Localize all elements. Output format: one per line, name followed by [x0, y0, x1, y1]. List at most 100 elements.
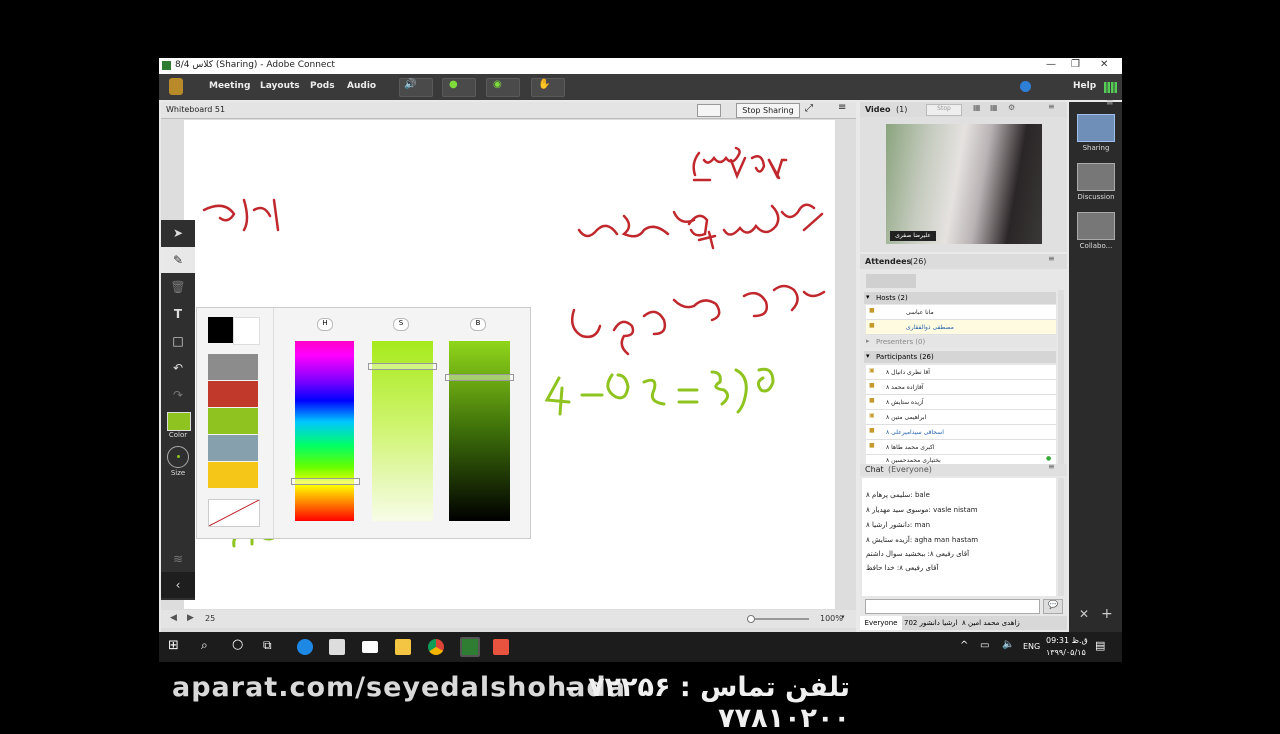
fit-icon[interactable]: ⤢	[805, 103, 813, 114]
brightness-handle[interactable]	[445, 374, 514, 381]
pod-menu-icon[interactable]: ≡	[1048, 462, 1055, 471]
menu-pods[interactable]: Pods	[310, 81, 335, 91]
filmstrip-icon[interactable]: ▦	[990, 103, 998, 112]
page-number[interactable]: 25	[205, 614, 215, 623]
tray-chevron-icon[interactable]: ^	[960, 640, 968, 651]
redo-tool[interactable]: ↷	[161, 382, 195, 408]
participants-group[interactable]: ▾ Participants (26)	[864, 351, 1056, 363]
stop-sharing-button[interactable]: Stop Sharing	[736, 103, 800, 118]
participant-row[interactable]: ■ آقازاده محمد ۸	[866, 380, 1056, 395]
layout-thumbnail-icon	[1077, 163, 1115, 191]
pod-menu-icon[interactable]: ≡	[1048, 102, 1055, 111]
edge-icon[interactable]	[297, 639, 313, 655]
webcam-feed[interactable]	[886, 124, 1042, 244]
layout-collaboration[interactable]: Collabo...	[1077, 212, 1115, 250]
tab-everyone[interactable]: Everyone	[860, 616, 902, 630]
search-icon[interactable]: ⌕	[201, 638, 208, 653]
chat-scrollbar[interactable]	[1058, 478, 1064, 596]
saturation-handle[interactable]	[368, 363, 437, 370]
adobe-connect-taskbar-icon[interactable]	[460, 637, 480, 657]
settings-icon[interactable]: ⚙	[1008, 103, 1015, 112]
participant-row[interactable]: ■ اکبری محمد طاها ۸	[866, 440, 1056, 455]
zoom-dropdown-icon[interactable]: ▾	[841, 613, 845, 621]
start-icon[interactable]: ⊞	[168, 638, 179, 653]
status-button[interactable]: ✋	[531, 78, 565, 97]
fullscreen-button[interactable]	[697, 104, 721, 117]
task-view-icon[interactable]: ⧉	[263, 638, 272, 653]
menu-layouts[interactable]: Layouts	[260, 81, 300, 91]
shape-tool[interactable]: □	[161, 328, 195, 354]
swatch-blue-gray[interactable]	[208, 435, 258, 461]
language-indicator[interactable]: ENG	[1023, 642, 1040, 651]
swatch-none[interactable]	[208, 499, 260, 527]
speaker-button[interactable]: 🔊	[399, 78, 433, 97]
hue-slider[interactable]	[295, 341, 354, 521]
store-icon[interactable]	[329, 639, 345, 655]
swatch-white[interactable]	[233, 317, 260, 345]
participant-row[interactable]: ■ آزیده ستایش ۸	[866, 395, 1056, 410]
color-swatch-button[interactable]	[167, 412, 191, 431]
host-row[interactable]: ■ مصطفی ذوالفقاری	[866, 320, 1056, 335]
chat-input[interactable]	[865, 599, 1040, 614]
clock-time[interactable]: 09:31 ق.ظ	[1046, 636, 1088, 645]
menu-audio[interactable]: Audio	[347, 81, 376, 91]
layout-discussion[interactable]: Discussion	[1077, 163, 1115, 201]
mail-icon[interactable]	[362, 641, 378, 653]
participant-row[interactable]: ■ اسحاقی سیدامیرعلی ۸	[866, 425, 1056, 440]
swatch-green[interactable]	[208, 408, 258, 434]
chrome-icon[interactable]	[428, 639, 444, 655]
info-icon[interactable]	[1020, 81, 1031, 92]
layout-sharing[interactable]: Sharing	[1077, 114, 1115, 152]
next-page-button[interactable]: ▶	[187, 613, 194, 623]
close-button[interactable]: ✕	[1100, 59, 1108, 70]
minimize-button[interactable]: —	[1046, 59, 1056, 70]
host-row[interactable]: ■ مانا عباسی	[866, 305, 1056, 320]
select-tool[interactable]: ➤	[161, 220, 195, 246]
pod-menu-icon[interactable]: ≡	[838, 102, 846, 113]
tab-private-1[interactable]: 702 ارشیا دانشور	[904, 619, 958, 627]
notifications-icon[interactable]: ▤	[1095, 639, 1105, 652]
webcam-button[interactable]: ◉	[486, 78, 520, 97]
prev-page-button[interactable]: ◀	[170, 613, 177, 623]
shuffle-icon[interactable]: ✕	[1079, 607, 1089, 621]
maximize-button[interactable]: ❐	[1071, 59, 1080, 70]
attendees-scrollbar[interactable]	[1058, 290, 1064, 465]
layers-icon[interactable]: ≋	[161, 546, 195, 572]
pod-menu-icon[interactable]: ≡	[1048, 254, 1055, 263]
layouts-menu-icon[interactable]: ≡	[1106, 98, 1114, 108]
participant-row[interactable]: ▣ ابراهیمی متین ۸	[866, 410, 1056, 425]
app-taskbar-icon[interactable]	[493, 639, 509, 655]
clock-date[interactable]: ۱۳۹۹/۰۵/۱۵	[1046, 648, 1086, 657]
collapse-toolbar-button[interactable]: ‹	[161, 572, 195, 598]
swatch-red[interactable]	[208, 381, 258, 407]
swatch-gray[interactable]	[208, 354, 258, 380]
brightness-slider[interactable]	[449, 341, 510, 521]
tab-private-2[interactable]: زاهدی محمد امین ۸	[962, 619, 1020, 627]
swatch-yellow[interactable]	[208, 462, 258, 488]
volume-icon[interactable]: 🔈	[1002, 639, 1014, 650]
swatch-black[interactable]	[208, 317, 233, 343]
add-layout-icon[interactable]: +	[1101, 606, 1113, 622]
menu-meeting[interactable]: Meeting	[209, 81, 250, 91]
size-button[interactable]	[167, 446, 189, 468]
text-tool[interactable]: T	[161, 301, 195, 327]
presenters-group[interactable]: ▸ Presenters (0)	[864, 336, 1056, 348]
delete-tool[interactable]: 🗑	[161, 274, 195, 300]
zoom-handle[interactable]	[747, 615, 755, 623]
cortana-icon[interactable]: ○	[232, 637, 243, 652]
zoom-level[interactable]: 100%	[820, 614, 843, 623]
participant-row[interactable]: ▣ آقا نظری دانیال ۸	[866, 365, 1056, 380]
network-icon[interactable]: ▭	[980, 640, 989, 651]
marker-tool[interactable]: ✎	[161, 247, 195, 273]
hue-handle[interactable]	[291, 478, 360, 485]
hosts-group[interactable]: ▾ Hosts (2)	[864, 292, 1056, 304]
attendee-view-toolbar[interactable]	[866, 274, 916, 288]
send-button[interactable]: 💬	[1043, 599, 1063, 614]
stop-video-button[interactable]: Stop	[926, 104, 962, 116]
zoom-slider[interactable]	[747, 618, 809, 620]
menu-help[interactable]: Help	[1073, 81, 1096, 91]
file-explorer-icon[interactable]	[395, 639, 411, 655]
microphone-button[interactable]: ●	[442, 78, 476, 97]
undo-tool[interactable]: ↶	[161, 355, 195, 381]
grid-view-icon[interactable]: ▦	[973, 103, 981, 112]
